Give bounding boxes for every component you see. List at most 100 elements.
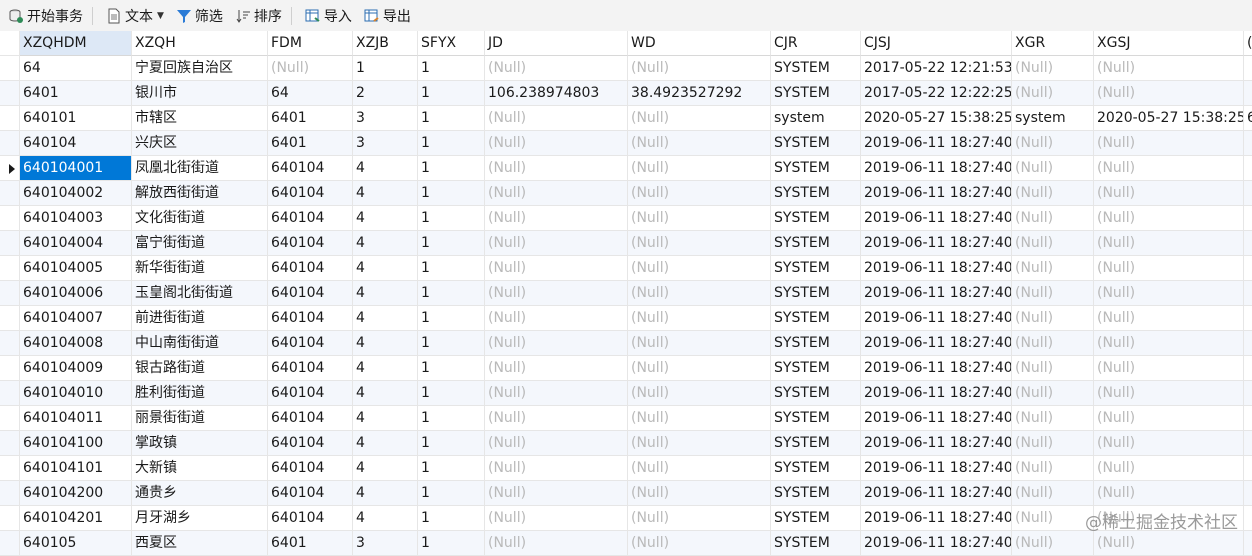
table-row[interactable]: 640104201 月牙湖乡 640104 4 1 (Null) (Null) SYSTEM 2… — [0, 506, 1252, 531]
table-cell[interactable]: 2019-06-11 18:27:40 — [861, 281, 1012, 306]
table-cell[interactable]: 银川市 — [132, 81, 268, 106]
table-cell[interactable] — [1244, 331, 1252, 356]
table-cell[interactable]: 640104009 — [20, 356, 132, 381]
table-cell[interactable]: 640104001 — [20, 156, 132, 181]
table-row[interactable]: 6401 银川市 64 2 1 106.238974803 38.4923527292 SYS… — [0, 81, 1252, 106]
table-cell[interactable]: 640104 — [268, 156, 353, 181]
table-cell[interactable]: 106.238974803 — [485, 81, 628, 106]
table-cell[interactable]: (Null) — [485, 256, 628, 281]
table-cell[interactable]: (Null) — [268, 56, 353, 81]
table-row[interactable]: 640104101 大新镇 640104 4 1 (Null) (Null) SYSTEM 20… — [0, 456, 1252, 481]
table-cell[interactable]: 640105 — [20, 531, 132, 556]
table-row[interactable]: 640104200 通贵乡 640104 4 1 (Null) (Null) SYSTEM 20… — [0, 481, 1252, 506]
table-cell[interactable]: SYSTEM — [771, 306, 861, 331]
table-cell[interactable] — [1244, 181, 1252, 206]
row-selector[interactable] — [0, 256, 20, 281]
export-button[interactable]: 导出 — [360, 4, 415, 28]
table-cell[interactable]: 6401 — [268, 131, 353, 156]
table-cell[interactable]: 2019-06-11 18:27:40 — [861, 231, 1012, 256]
column-header[interactable]: XGSJ — [1094, 31, 1244, 56]
table-cell[interactable]: (Null) — [1012, 506, 1094, 531]
table-cell[interactable]: (Null) — [485, 531, 628, 556]
table-cell[interactable]: (Null) — [1012, 56, 1094, 81]
table-cell[interactable]: 4 — [353, 231, 418, 256]
table-cell[interactable]: (Null) — [1094, 331, 1244, 356]
table-cell[interactable]: (Null) — [628, 531, 771, 556]
column-header[interactable]: XZQHDM — [20, 31, 132, 56]
table-cell[interactable]: 2 — [353, 81, 418, 106]
table-cell[interactable]: 4 — [353, 256, 418, 281]
row-selector[interactable] — [0, 81, 20, 106]
table-cell[interactable]: 640104 — [268, 181, 353, 206]
table-cell[interactable]: 640104 — [268, 331, 353, 356]
row-selector[interactable] — [0, 156, 20, 181]
table-cell[interactable]: 2019-06-11 18:27:40 — [861, 506, 1012, 531]
table-cell[interactable]: 2020-05-27 15:38:25 — [861, 106, 1012, 131]
table-cell[interactable]: (Null) — [1012, 406, 1094, 431]
table-row[interactable]: 640104011 丽景街街道 640104 4 1 (Null) (Null) SYSTEM… — [0, 406, 1252, 431]
table-cell[interactable]: 640104 — [20, 131, 132, 156]
table-cell[interactable]: 1 — [418, 531, 485, 556]
table-cell[interactable]: SYSTEM — [771, 406, 861, 431]
table-cell[interactable]: SYSTEM — [771, 231, 861, 256]
table-cell[interactable]: (Null) — [628, 431, 771, 456]
table-cell[interactable]: (Null) — [628, 231, 771, 256]
table-cell[interactable]: 640104 — [268, 431, 353, 456]
table-cell[interactable]: (Null) — [485, 306, 628, 331]
table-cell[interactable]: 4 — [353, 181, 418, 206]
table-cell[interactable]: (Null) — [628, 506, 771, 531]
table-cell[interactable]: 2019-06-11 18:27:40 — [861, 156, 1012, 181]
table-cell[interactable]: 4 — [353, 456, 418, 481]
table-cell[interactable]: SYSTEM — [771, 156, 861, 181]
table-cell[interactable]: 1 — [418, 281, 485, 306]
table-cell[interactable]: 640104011 — [20, 406, 132, 431]
table-cell[interactable]: 1 — [418, 306, 485, 331]
table-cell[interactable]: 4 — [353, 406, 418, 431]
table-cell[interactable] — [1244, 306, 1252, 331]
table-cell[interactable]: 富宁街街道 — [132, 231, 268, 256]
row-selector[interactable] — [0, 481, 20, 506]
table-cell[interactable]: 1 — [418, 181, 485, 206]
table-cell[interactable] — [1244, 506, 1252, 531]
table-cell[interactable]: (Null) — [1012, 281, 1094, 306]
table-cell[interactable]: 640104 — [268, 281, 353, 306]
table-cell[interactable]: (Null) — [628, 406, 771, 431]
table-cell[interactable]: 640104002 — [20, 181, 132, 206]
table-cell[interactable]: (Null) — [628, 481, 771, 506]
column-header[interactable]: XZQH — [132, 31, 268, 56]
row-selector[interactable] — [0, 206, 20, 231]
table-cell[interactable]: (Null) — [485, 456, 628, 481]
table-cell[interactable]: 6401 — [268, 106, 353, 131]
row-selector[interactable] — [0, 381, 20, 406]
column-header[interactable]: XGR — [1012, 31, 1094, 56]
table-cell[interactable]: (Null) — [485, 331, 628, 356]
table-cell[interactable]: (Null) — [1094, 306, 1244, 331]
table-cell[interactable]: 1 — [418, 231, 485, 256]
table-cell[interactable]: 凤凰北街街道 — [132, 156, 268, 181]
table-row[interactable]: 640101 市辖区 6401 3 1 (Null) (Null) system 2020-05… — [0, 106, 1252, 131]
column-header[interactable]: JD — [485, 31, 628, 56]
table-row[interactable]: 640104001 凤凰北街街道 640104 4 1 (Null) (Null) SYSTE… — [0, 156, 1252, 181]
table-cell[interactable]: 640104100 — [20, 431, 132, 456]
table-cell[interactable]: (Null) — [628, 381, 771, 406]
import-button[interactable]: 导入 — [301, 4, 356, 28]
table-cell[interactable]: (Null) — [1012, 481, 1094, 506]
table-cell[interactable]: 2019-06-11 18:27:40 — [861, 406, 1012, 431]
table-cell[interactable]: (Null) — [1012, 431, 1094, 456]
table-cell[interactable]: (Null) — [485, 231, 628, 256]
table-cell[interactable]: system — [1012, 106, 1094, 131]
table-row[interactable]: 640104002 解放西街街道 640104 4 1 (Null) (Null) SYSTE… — [0, 181, 1252, 206]
table-cell[interactable]: 640104 — [268, 506, 353, 531]
table-cell[interactable]: (Null) — [1094, 406, 1244, 431]
table-cell[interactable]: (Null) — [1012, 456, 1094, 481]
table-cell[interactable]: (Null) — [1094, 206, 1244, 231]
row-selector[interactable] — [0, 406, 20, 431]
table-cell[interactable]: 1 — [418, 206, 485, 231]
table-cell[interactable]: SYSTEM — [771, 356, 861, 381]
table-cell[interactable]: (Null) — [1012, 256, 1094, 281]
table-row[interactable]: 640104100 掌政镇 640104 4 1 (Null) (Null) SYSTEM 20… — [0, 431, 1252, 456]
table-cell[interactable]: (Null) — [1094, 181, 1244, 206]
table-cell[interactable]: (Null) — [628, 181, 771, 206]
table-cell[interactable]: SYSTEM — [771, 381, 861, 406]
table-cell[interactable]: 2019-06-11 18:27:40 — [861, 181, 1012, 206]
